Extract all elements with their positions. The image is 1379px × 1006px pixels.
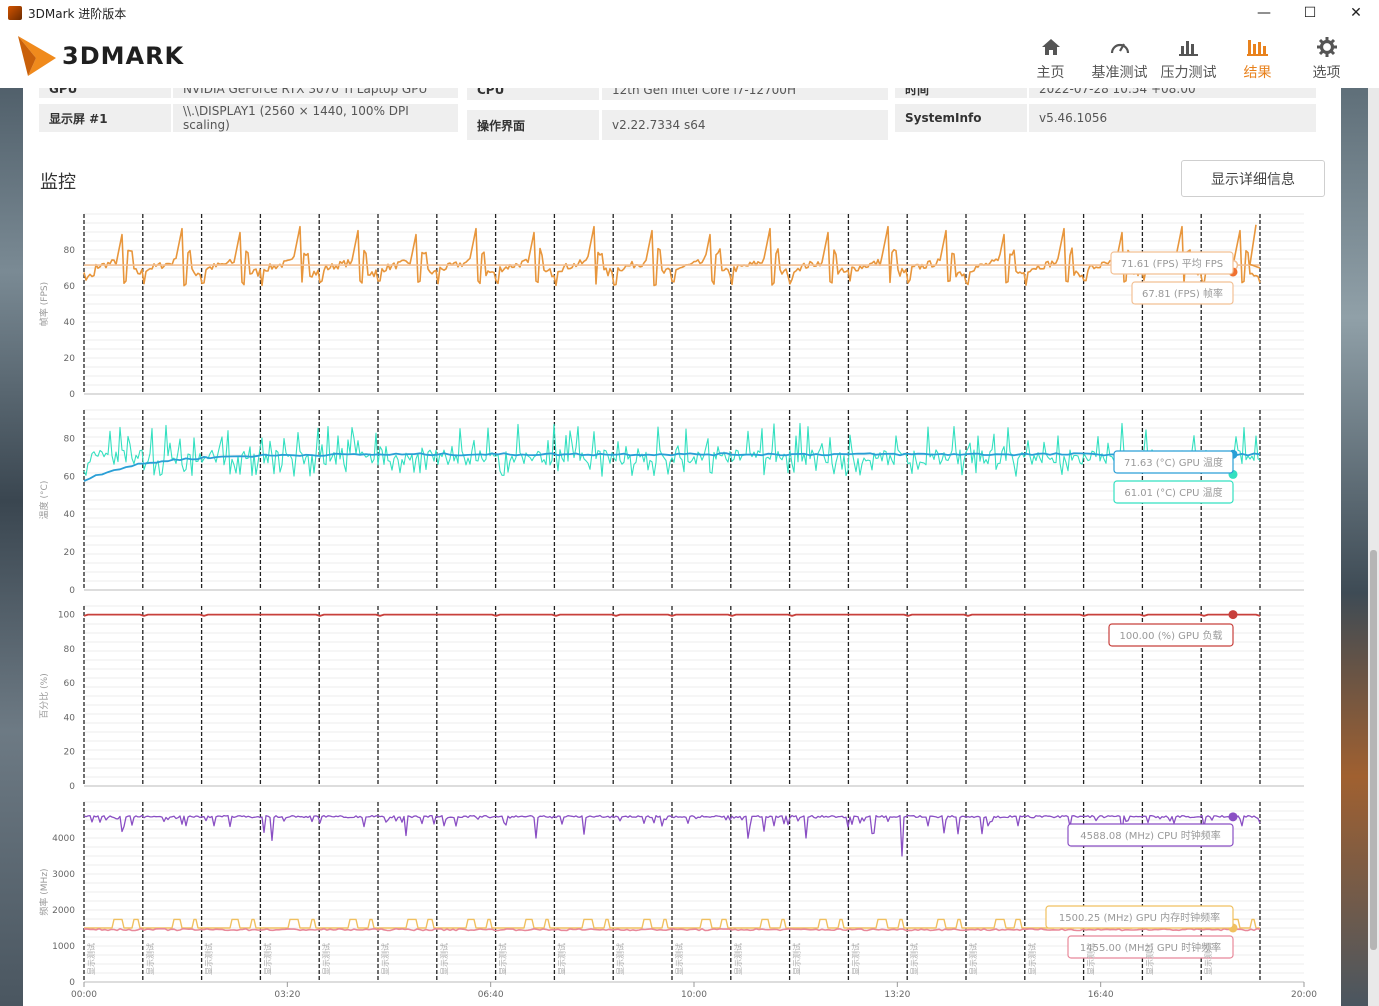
y-tick-label: 60: [64, 282, 76, 292]
y-tick-label: 1000: [52, 942, 75, 952]
loop-marker-label: 显示测试: [86, 943, 96, 975]
y-tick-label: 80: [64, 434, 76, 444]
y-axis-label: 百分比 (%): [38, 673, 50, 718]
y-tick-label: 0: [69, 978, 75, 988]
cpu-clock-legend: 4588.08 (MHz) CPU 时钟频率: [1080, 829, 1220, 842]
y-tick-label: 4000: [52, 834, 75, 844]
fps-series-tail: [1249, 224, 1261, 269]
y-tick-label: 0: [69, 586, 75, 596]
loop-marker-label: 显示测试: [380, 943, 390, 975]
cpu-temp-legend: 61.01 (°C) CPU 温度: [1124, 486, 1222, 499]
x-tick-label: 16:40: [1088, 990, 1114, 1000]
fps-legend: 67.81 (FPS) 帧率: [1142, 287, 1223, 300]
cpu-clock-marker: [1228, 812, 1238, 822]
x-tick-label: 06:40: [478, 990, 504, 1000]
loop-marker-label: 显示测试: [204, 943, 214, 975]
loop-marker-label: 显示测试: [792, 943, 802, 975]
y-tick-label: 80: [64, 645, 76, 655]
gpu-load-marker: [1228, 610, 1238, 620]
loop-marker-label: 显示测试: [1027, 943, 1037, 975]
y-tick-label: 40: [64, 318, 76, 328]
x-tick-label: 10:00: [681, 990, 707, 1000]
loop-marker-label: 显示测试: [321, 943, 331, 975]
loop-marker-label: 显示测试: [145, 943, 155, 975]
x-tick-label: 20:00: [1291, 990, 1317, 1000]
x-tick-label: 13:20: [884, 990, 910, 1000]
x-tick-label: 03:20: [274, 990, 300, 1000]
y-tick-label: 2000: [52, 906, 75, 916]
loop-marker-label: 显示测试: [1086, 943, 1096, 975]
y-tick-label: 40: [64, 713, 76, 723]
loop-marker-label: 显示测试: [556, 943, 566, 975]
loop-marker-label: 显示测试: [1203, 943, 1213, 975]
loop-marker-label: 显示测试: [615, 943, 625, 975]
y-tick-label: 20: [64, 748, 76, 758]
loop-marker-label: 显示测试: [674, 943, 684, 975]
y-tick-label: 80: [64, 246, 76, 256]
loop-marker-label: 显示测试: [968, 943, 978, 975]
avg-fps-legend: 71.61 (FPS) 平均 FPS: [1121, 258, 1223, 270]
loop-marker-label: 显示测试: [909, 943, 919, 975]
y-tick-label: 40: [64, 510, 76, 520]
loop-marker-label: 显示测试: [733, 943, 743, 975]
y-tick-label: 0: [69, 782, 75, 792]
x-tick-label: 00:00: [71, 990, 97, 1000]
y-axis-label: 频率 (MHz): [38, 868, 50, 915]
loop-marker-label: 显示测试: [262, 943, 272, 975]
monitoring-charts: 0 20 40 60 80 帧率 (FPS) 0 20 40 60 80 温度 (°C) 0 20 40 60…: [38, 213, 1317, 1000]
y-tick-label: 100: [58, 611, 75, 621]
gpu-temp-legend: 71.63 (°C) GPU 温度: [1124, 456, 1223, 469]
y-tick-label: 60: [64, 679, 76, 689]
loop-marker-label: 显示测试: [850, 943, 860, 975]
y-tick-label: 3000: [52, 870, 75, 880]
loop-marker-label: 显示测试: [498, 943, 508, 975]
y-tick-label: 20: [64, 354, 76, 364]
mem-clock-legend: 1500.25 (MHz) GPU 内存时钟频率: [1059, 911, 1220, 924]
y-tick-label: 20: [64, 548, 76, 558]
y-axis-label: 温度 (°C): [38, 481, 50, 520]
y-tick-label: 0: [69, 390, 75, 400]
loop-marker-label: 显示测试: [439, 943, 449, 975]
loop-marker-label: 显示测试: [1144, 943, 1154, 975]
y-tick-label: 60: [64, 472, 76, 482]
gpu-load-legend: 100.00 (%) GPU 负载: [1120, 629, 1223, 642]
y-axis-label: 帧率 (FPS): [38, 282, 50, 326]
